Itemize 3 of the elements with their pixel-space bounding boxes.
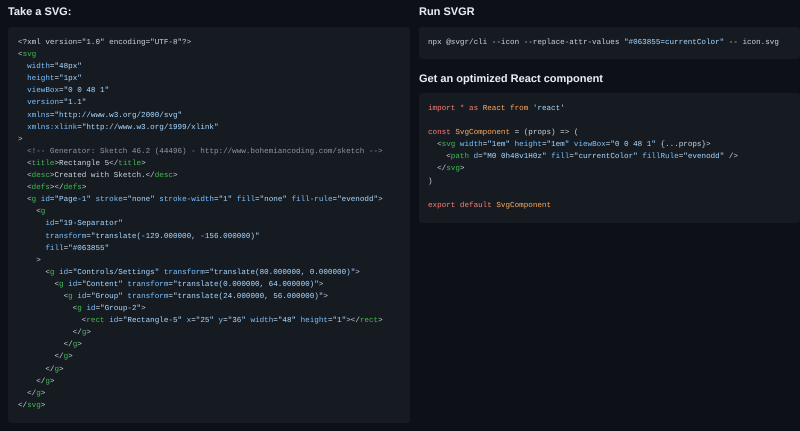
- section-heading: Get an optimized React component: [419, 72, 604, 87]
- section-heading: Take a SVG:: [8, 5, 72, 20]
- section-heading: Run SVGR: [419, 5, 476, 20]
